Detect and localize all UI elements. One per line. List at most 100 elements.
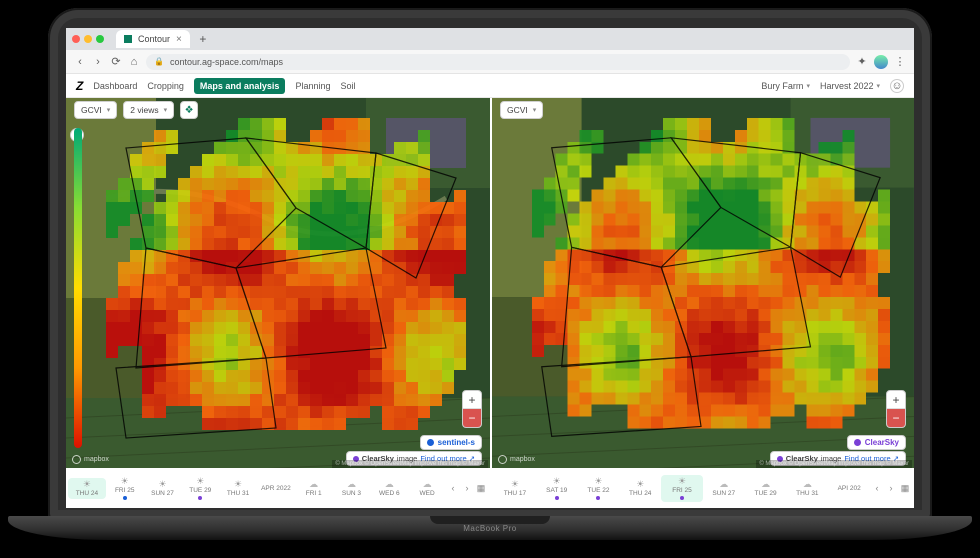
timeline-slot[interactable]: ☁TUE 29 [745,478,787,499]
availability-dot-icon [596,496,600,500]
profile-avatar[interactable] [874,55,888,69]
browser-tab[interactable]: Contour × [116,30,190,48]
map-panel-right[interactable]: GCVI ▾ + − ClearSky ClearSky [490,98,914,508]
views-label: 2 views [130,105,158,115]
farm-select[interactable]: Bury Farm▾ [761,81,810,91]
nav-soil[interactable]: Soil [340,81,355,91]
new-tab-button[interactable]: + [196,32,210,46]
calendar-button[interactable]: ▦ [474,468,488,508]
mapbox-attribution[interactable]: mapbox [72,455,109,464]
timeline-slot[interactable]: API 202 [828,482,870,494]
lock-icon: 🔒 [154,57,164,66]
sun-icon: ☀ [636,480,644,489]
timeline-label: THU 31 [227,490,249,497]
timeline-slot[interactable]: ☀THU 17 [494,478,536,499]
chevron-down-icon: ▾ [533,106,537,114]
timeline-slot[interactable]: ☁WED [408,478,446,499]
app-header: Z Dashboard Cropping Maps and analysis P… [66,74,914,98]
timeline-label: THU 24 [629,490,651,497]
harvest-label: Harvest 2022 [820,81,874,91]
timeline-next-button[interactable]: › [460,468,474,508]
timeline-label: THU 24 [76,490,98,497]
close-window-icon[interactable] [72,35,80,43]
timeline-next-button[interactable]: › [884,468,898,508]
satellite-icon [427,439,434,446]
timeline-slot[interactable]: ☀THU 24 [619,478,661,499]
timeline-slot[interactable]: ☀SAT 19 [536,475,578,502]
views-select[interactable]: 2 views ▾ [123,101,174,119]
timeline-slot[interactable]: APR 2022 [257,482,295,494]
timeline-left: ☀THU 24☀FRI 25☀SUN 27☀TUE 29☀THU 31APR 2… [66,468,490,508]
timeline-slot[interactable]: ☀TUE 22 [578,475,620,502]
back-button[interactable]: ‹ [74,56,86,68]
map-attribution: © Mapbox © OpenStreetMap Improve this ma… [332,460,488,468]
panel-toolbar-left: GCVI ▾ 2 views ▾ ❖ [66,98,490,122]
close-tab-icon[interactable]: × [176,34,182,45]
forward-button[interactable]: › [92,56,104,68]
timeline-slot[interactable]: ☀TUE 29 [181,475,219,502]
zoom-in-button[interactable]: + [887,391,905,409]
timeline-slot[interactable]: ☀FRI 25 [106,475,144,502]
timeline-label: SUN 27 [151,490,174,497]
source-badge[interactable]: ClearSky [847,435,906,450]
map-workspace: GCVI ▾ 2 views ▾ ❖ ? + [66,98,914,508]
timeline-label: SUN 27 [712,490,735,497]
url-text: contour.ag-space.com/maps [170,57,283,67]
sun-icon: ☀ [83,480,91,489]
index-select[interactable]: GCVI ▾ [500,101,543,119]
zoom-in-button[interactable]: + [463,391,481,409]
timeline-slot[interactable]: ☀THU 31 [219,478,257,499]
tab-favicon [124,35,132,43]
minimize-window-icon[interactable] [84,35,92,43]
nav-maps-analysis[interactable]: Maps and analysis [194,78,286,94]
tab-title: Contour [138,34,170,44]
timeline-slot[interactable]: ☀THU 24 [68,478,106,499]
nav-planning[interactable]: Planning [295,81,330,91]
cloud-icon: ☁ [803,480,812,489]
sun-icon: ☀ [553,477,561,486]
mapbox-label: mapbox [510,456,535,463]
zoom-control: + − [462,390,482,428]
calendar-button[interactable]: ▦ [898,468,912,508]
address-bar[interactable]: 🔒 contour.ag-space.com/maps [146,54,850,70]
timeline-slot[interactable]: ☁FRI 1 [295,478,333,499]
timeline-slot[interactable]: ☁THU 31 [786,478,828,499]
timeline-label: SAT 19 [546,487,567,494]
nav-cropping[interactable]: Cropping [147,81,184,91]
color-legend [74,128,82,448]
timeline-slot[interactable]: ☁SUN 27 [703,478,745,499]
nav-dashboard[interactable]: Dashboard [93,81,137,91]
extensions-icon[interactable]: ✦ [856,56,868,68]
sun-icon: ☀ [234,480,242,489]
harvest-select[interactable]: Harvest 2022▾ [820,81,880,91]
mapbox-icon [72,455,81,464]
mapbox-attribution[interactable]: mapbox [498,455,535,464]
timeline-slot[interactable]: ☀SUN 27 [144,478,182,499]
user-icon[interactable]: ☺ [890,79,904,93]
source-badge[interactable]: sentinel-s [420,435,482,450]
layers-button[interactable]: ❖ [180,101,198,119]
timeline-slot[interactable]: ☁SUN 3 [333,478,371,499]
index-select[interactable]: GCVI ▾ [74,101,117,119]
timeline-label: API 202 [838,485,861,492]
zoom-out-button[interactable]: − [463,409,481,427]
menu-icon[interactable]: ⋮ [894,56,906,68]
chevron-down-icon: ▾ [806,82,810,90]
timeline-prev-button[interactable]: ‹ [446,468,460,508]
browser-tab-bar: Contour × + [66,28,914,50]
timeline-prev-button[interactable]: ‹ [870,468,884,508]
reload-button[interactable]: ⟳ [110,56,122,68]
zoom-out-button[interactable]: − [887,409,905,427]
home-button[interactable]: ⌂ [128,56,140,68]
timeline-label: THU 17 [504,490,526,497]
map-panel-left[interactable]: GCVI ▾ 2 views ▾ ❖ ? + [66,98,490,508]
window-controls [72,35,104,43]
cloud-icon: ☁ [385,480,394,489]
sun-icon: ☀ [121,477,129,486]
timeline-slot[interactable]: ☁WED 6 [370,478,408,499]
timeline-label: FRI 25 [672,487,692,494]
sun-icon: ☀ [158,480,166,489]
maximize-window-icon[interactable] [96,35,104,43]
app-logo[interactable]: Z [76,79,83,93]
timeline-slot[interactable]: ☀FRI 25 [661,475,703,502]
